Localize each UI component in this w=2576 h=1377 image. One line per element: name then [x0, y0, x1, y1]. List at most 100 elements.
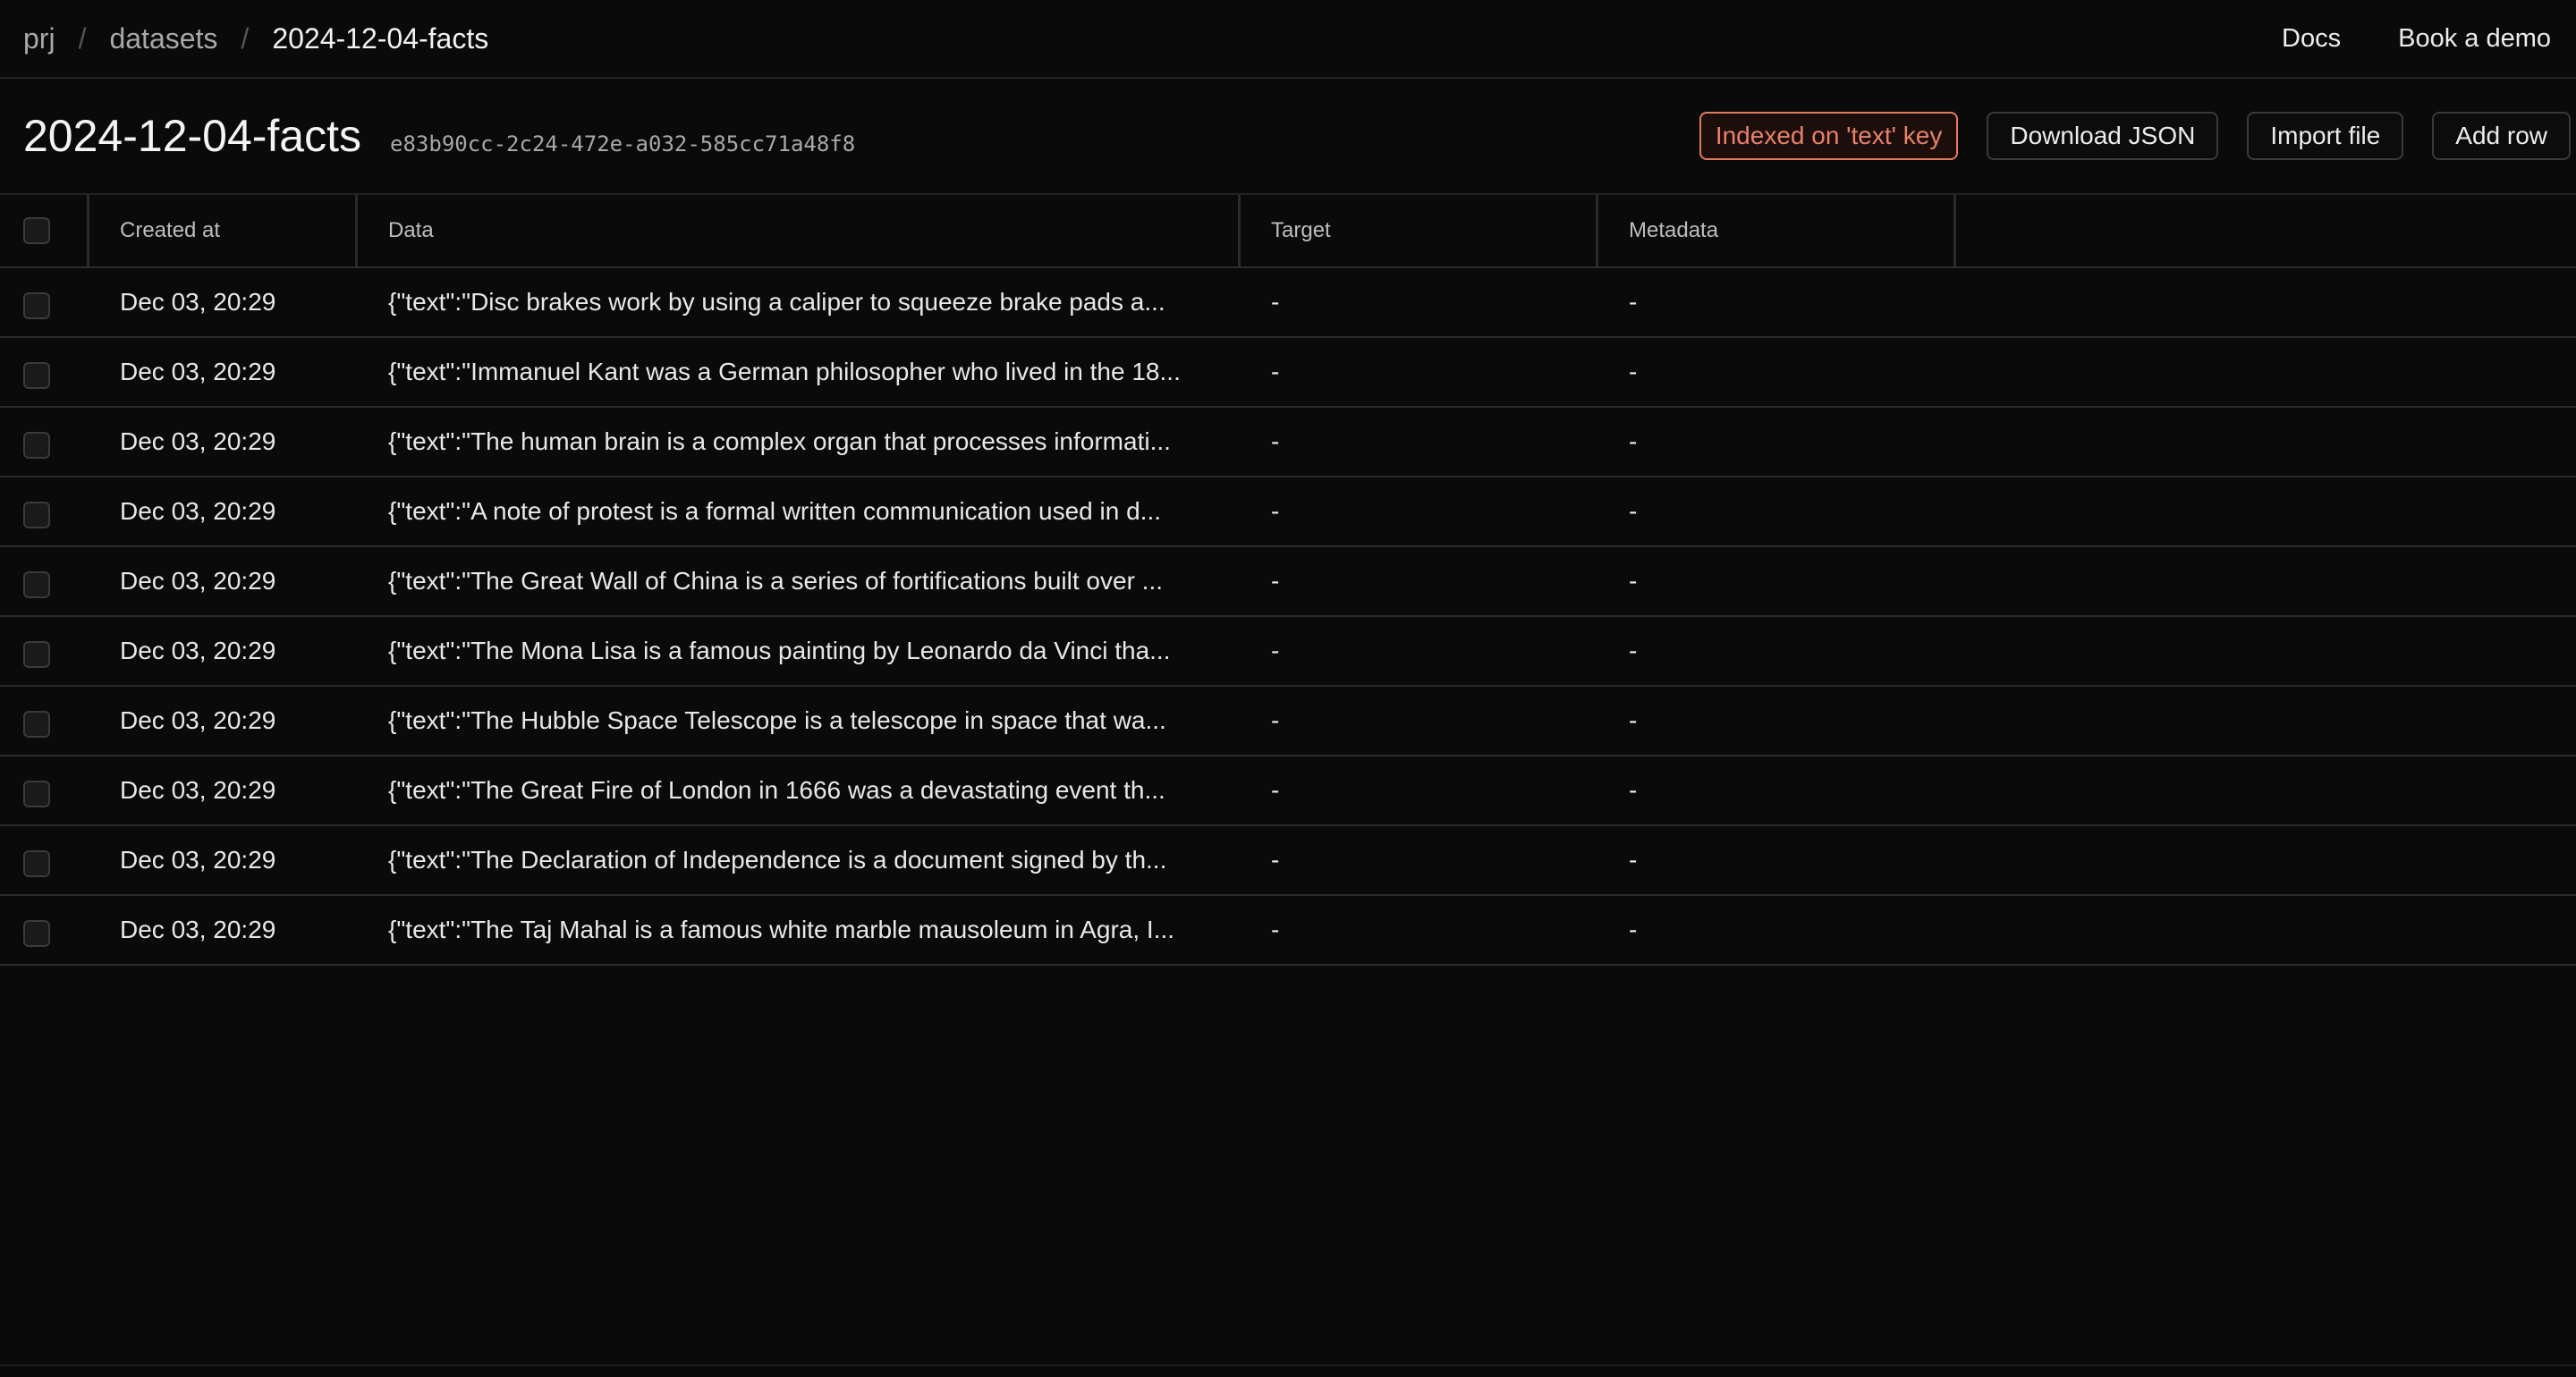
data-cell: {"text":"The Mona Lisa is a famous paint…	[388, 637, 1171, 664]
data-cell: {"text":"Immanuel Kant was a German phil…	[388, 358, 1181, 385]
data-cell: {"text":"The Great Wall of China is a se…	[388, 567, 1164, 595]
created-at-cell: Dec 03, 20:29	[120, 637, 276, 664]
metadata-cell: -	[1629, 427, 1638, 455]
target-cell: -	[1271, 776, 1280, 804]
created-at-cell: Dec 03, 20:29	[120, 358, 276, 385]
target-cell: -	[1271, 497, 1280, 525]
row-checkbox-cell	[0, 268, 89, 336]
metadata-cell: -	[1629, 706, 1638, 734]
row-checkbox-cell	[0, 756, 89, 824]
row-filler	[1956, 338, 2576, 406]
row-filler	[1956, 408, 2576, 476]
row-checkbox[interactable]	[23, 850, 50, 877]
row-checkbox-cell	[0, 826, 89, 894]
target-cell: -	[1271, 846, 1280, 874]
table-row[interactable]: Dec 03, 20:29 {"text":"The Taj Mahal is …	[0, 896, 2576, 966]
metadata-cell: -	[1629, 358, 1638, 385]
table-row[interactable]: Dec 03, 20:29 {"text":"The Great Fire of…	[0, 756, 2576, 826]
table-row[interactable]: Dec 03, 20:29 {"text":"The Mona Lisa is …	[0, 617, 2576, 687]
row-filler	[1956, 477, 2576, 545]
row-checkbox[interactable]	[23, 571, 50, 598]
row-filler	[1956, 617, 2576, 685]
top-nav: Docs Book a demo	[2282, 24, 2551, 54]
data-cell: {"text":"The Declaration of Independence…	[388, 846, 1167, 874]
row-checkbox-cell	[0, 338, 89, 406]
header-actions: Indexed on 'text' key Download JSON Impo…	[1699, 112, 2571, 160]
table-row[interactable]: Dec 03, 20:29 {"text":"Disc brakes work …	[0, 268, 2576, 338]
target-cell: -	[1271, 427, 1280, 455]
column-header-target[interactable]: Target	[1241, 195, 1598, 266]
indexed-badge[interactable]: Indexed on 'text' key	[1699, 112, 1959, 160]
data-cell: {"text":"A note of protest is a formal w…	[388, 497, 1162, 525]
book-demo-link[interactable]: Book a demo	[2398, 24, 2551, 54]
select-all-checkbox[interactable]	[23, 217, 50, 244]
import-file-button[interactable]: Import file	[2247, 112, 2404, 160]
breadcrumb-separator: /	[241, 21, 250, 55]
breadcrumb-datasets[interactable]: datasets	[109, 22, 217, 55]
created-at-cell: Dec 03, 20:29	[120, 776, 276, 804]
row-checkbox[interactable]	[23, 711, 50, 738]
created-at-cell: Dec 03, 20:29	[120, 288, 276, 316]
table-row[interactable]: Dec 03, 20:29 {"text":"The human brain i…	[0, 408, 2576, 477]
data-table: Created at Data Target Metadata Dec 03, …	[0, 195, 2576, 966]
bottom-divider	[0, 1364, 2576, 1366]
row-checkbox[interactable]	[23, 292, 50, 319]
download-json-button[interactable]: Download JSON	[1987, 112, 2219, 160]
row-checkbox-cell	[0, 896, 89, 964]
breadcrumb-current: 2024-12-04-facts	[272, 21, 489, 55]
row-checkbox-cell	[0, 547, 89, 615]
table-row[interactable]: Dec 03, 20:29 {"text":"The Hubble Space …	[0, 687, 2576, 756]
row-checkbox-cell	[0, 408, 89, 476]
data-cell: {"text":"The Hubble Space Telescope is a…	[388, 706, 1166, 734]
table-row[interactable]: Dec 03, 20:29 {"text":"A note of protest…	[0, 477, 2576, 547]
table-row[interactable]: Dec 03, 20:29 {"text":"The Great Wall of…	[0, 547, 2576, 617]
table-row[interactable]: Dec 03, 20:29 {"text":"Immanuel Kant was…	[0, 338, 2576, 408]
row-checkbox-cell	[0, 617, 89, 685]
column-header-data[interactable]: Data	[358, 195, 1241, 266]
created-at-cell: Dec 03, 20:29	[120, 846, 276, 874]
header-checkbox-cell	[0, 195, 89, 266]
data-cell: {"text":"The Great Fire of London in 166…	[388, 776, 1165, 804]
row-filler	[1956, 268, 2576, 336]
row-checkbox-cell	[0, 477, 89, 545]
page-title: 2024-12-04-facts	[23, 111, 362, 161]
metadata-cell: -	[1629, 497, 1638, 525]
row-checkbox[interactable]	[23, 432, 50, 459]
row-checkbox[interactable]	[23, 362, 50, 389]
row-filler	[1956, 547, 2576, 615]
add-row-button[interactable]: Add row	[2432, 112, 2571, 160]
created-at-cell: Dec 03, 20:29	[120, 916, 276, 943]
dataset-header: 2024-12-04-facts e83b90cc-2c24-472e-a032…	[0, 79, 2576, 195]
data-cell: {"text":"The human brain is a complex or…	[388, 427, 1171, 455]
target-cell: -	[1271, 637, 1280, 664]
target-cell: -	[1271, 567, 1280, 595]
column-header-created-at[interactable]: Created at	[89, 195, 358, 266]
target-cell: -	[1271, 358, 1280, 385]
breadcrumb-project[interactable]: prj	[23, 22, 55, 55]
metadata-cell: -	[1629, 776, 1638, 804]
metadata-cell: -	[1629, 567, 1638, 595]
metadata-cell: -	[1629, 846, 1638, 874]
breadcrumb: prj / datasets / 2024-12-04-facts	[23, 22, 488, 55]
breadcrumb-separator: /	[78, 21, 87, 55]
row-checkbox[interactable]	[23, 781, 50, 807]
metadata-cell: -	[1629, 637, 1638, 664]
row-checkbox[interactable]	[23, 641, 50, 668]
created-at-cell: Dec 03, 20:29	[120, 427, 276, 455]
table-header-row: Created at Data Target Metadata	[0, 195, 2576, 268]
column-header-filler	[1956, 195, 2576, 266]
table-body: Dec 03, 20:29 {"text":"Disc brakes work …	[0, 268, 2576, 966]
row-checkbox[interactable]	[23, 502, 50, 528]
top-bar: prj / datasets / 2024-12-04-facts Docs B…	[0, 0, 2576, 79]
target-cell: -	[1271, 916, 1280, 943]
docs-link[interactable]: Docs	[2282, 24, 2341, 54]
column-header-metadata[interactable]: Metadata	[1598, 195, 1956, 266]
dataset-id: e83b90cc-2c24-472e-a032-585cc71a48f8	[390, 131, 856, 156]
row-filler	[1956, 756, 2576, 824]
metadata-cell: -	[1629, 288, 1638, 316]
target-cell: -	[1271, 706, 1280, 734]
created-at-cell: Dec 03, 20:29	[120, 706, 276, 734]
data-cell: {"text":"Disc brakes work by using a cal…	[388, 288, 1165, 316]
table-row[interactable]: Dec 03, 20:29 {"text":"The Declaration o…	[0, 826, 2576, 896]
row-checkbox[interactable]	[23, 920, 50, 947]
